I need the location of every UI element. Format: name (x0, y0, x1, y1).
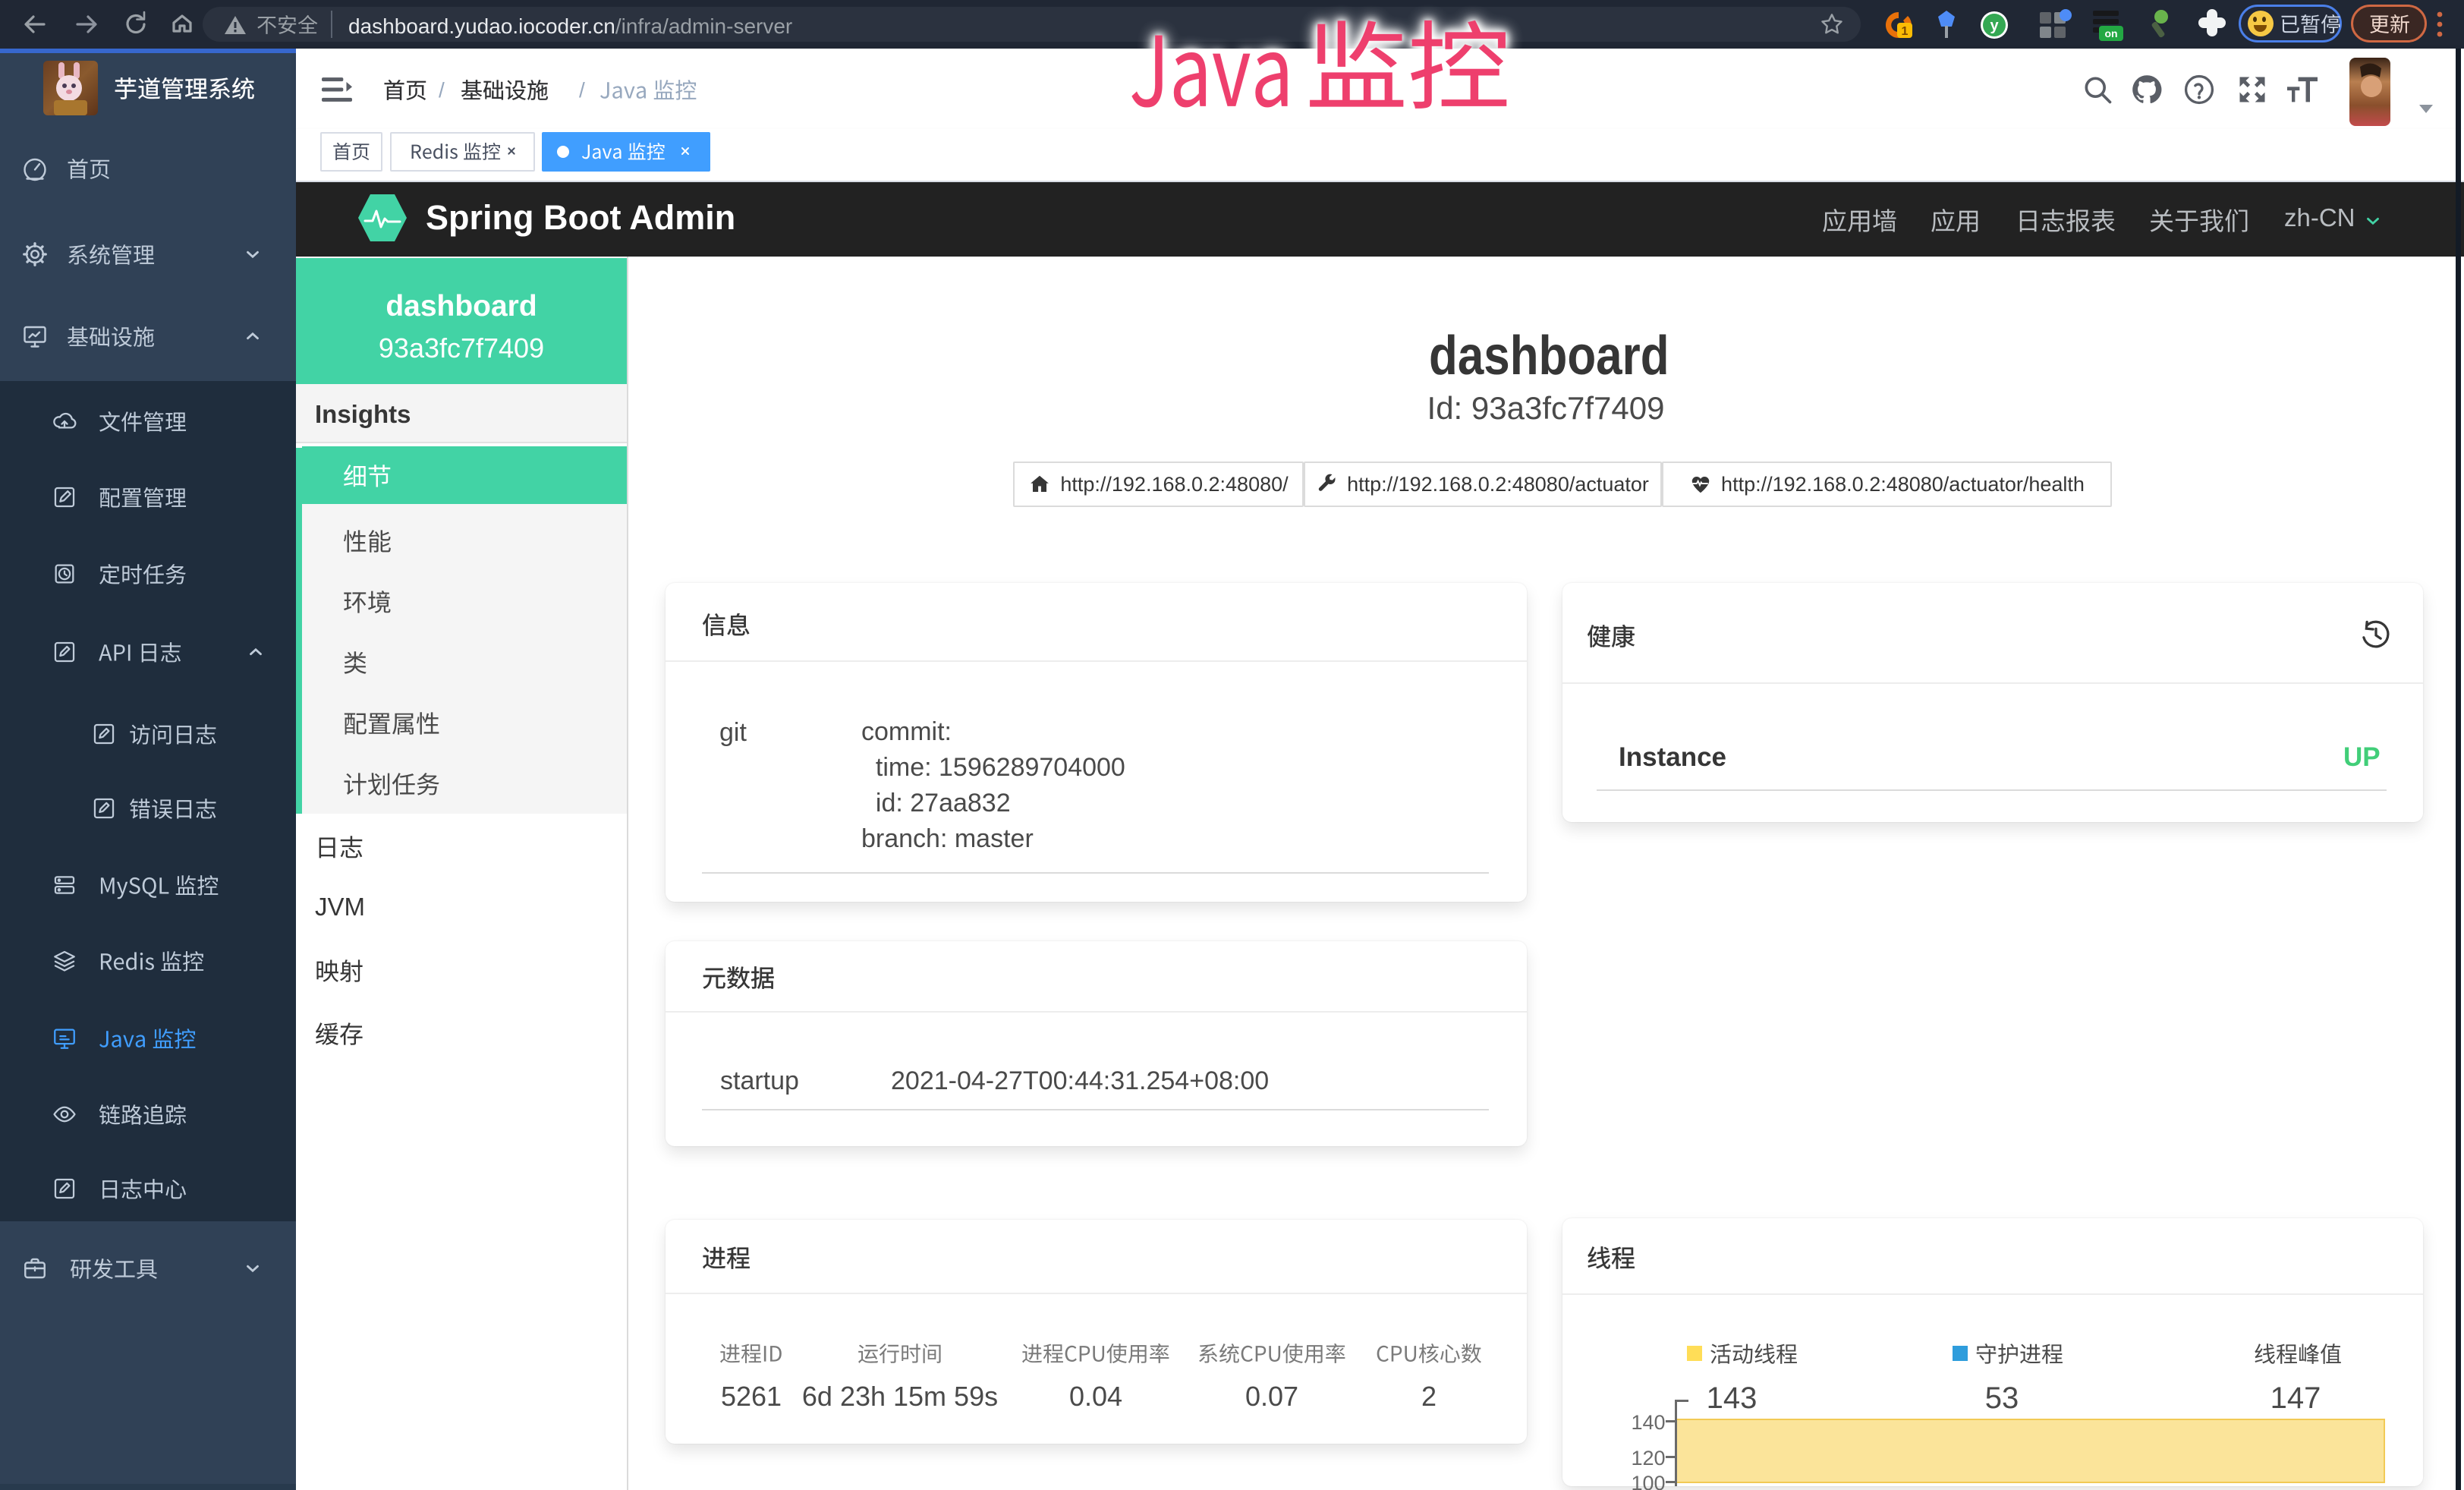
svg-text:1: 1 (1902, 25, 1909, 38)
svg-text:y: y (1990, 17, 1999, 34)
svg-text:on: on (2104, 27, 2117, 39)
